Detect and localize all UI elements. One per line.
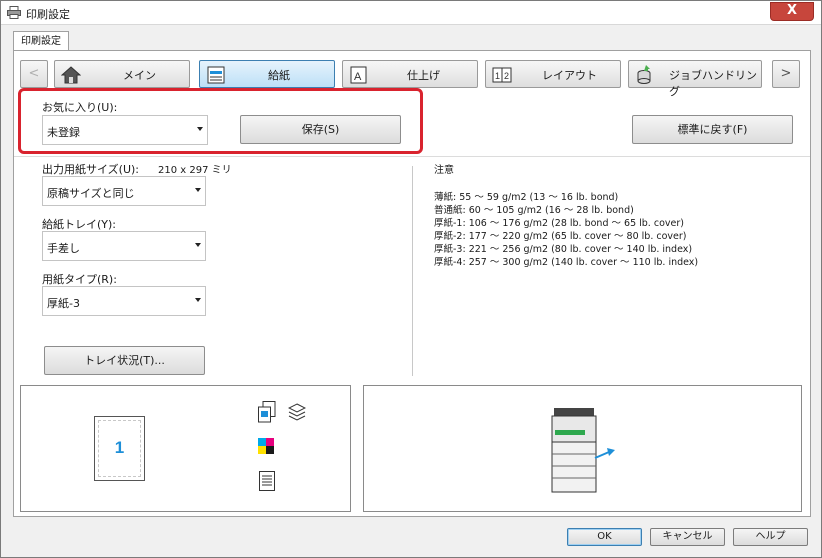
- nav-prev-button[interactable]: <: [20, 60, 48, 88]
- note-line: 厚紙-3: 221 ～ 256 g/m2 (80 lb. cover ～ 140…: [434, 244, 693, 255]
- paper-tray-icon: [207, 66, 225, 84]
- nav-main-button[interactable]: メイン: [54, 60, 190, 88]
- column-divider: [412, 166, 413, 376]
- nav-layout-label: レイアウト: [542, 69, 597, 82]
- window-title: 印刷設定: [26, 8, 70, 21]
- chevron-down-icon: [195, 298, 201, 302]
- nav-finishing-label: 仕上げ: [407, 69, 440, 82]
- chevron-down-icon: [195, 188, 201, 192]
- favorites-select[interactable]: 未登録: [42, 115, 208, 145]
- note-line: 薄紙: 55 ～ 59 g/m2 (13 ～ 16 lb. bond): [434, 192, 619, 203]
- nav-main-label: メイン: [123, 69, 156, 82]
- finishing-icon: A: [350, 66, 367, 84]
- nav-paper-label: 給紙: [268, 69, 290, 82]
- close-button[interactable]: X: [770, 2, 814, 21]
- print-settings-window: 印刷設定 X 印刷設定 < メイン 給紙 A 仕上げ 1 2 レイアウト ジョブ…: [0, 0, 822, 558]
- nav-paper-button[interactable]: 給紙: [199, 60, 335, 88]
- note-line: 厚紙-4: 257 ～ 300 g/m2 (140 lb. cover ～ 11…: [434, 257, 699, 268]
- nav-job-handling-button[interactable]: ジョブハンドリング: [628, 60, 762, 98]
- paper-size-dimensions: 210 x 297 ミリ: [158, 165, 232, 176]
- chevron-down-icon: [197, 127, 203, 131]
- help-button[interactable]: ヘルプ: [733, 528, 808, 546]
- notes-title: 注意: [434, 165, 454, 176]
- cancel-button[interactable]: キャンセル: [650, 528, 725, 546]
- tab-print-settings[interactable]: 印刷設定: [13, 31, 69, 51]
- svg-text:2: 2: [504, 71, 509, 81]
- layout-icon: 1 2: [492, 67, 512, 83]
- note-line: 普通紙: 60 ～ 105 g/m2 (16 ～ 28 lb. bond): [434, 205, 634, 216]
- reset-defaults-button[interactable]: 標準に戻す(F): [632, 115, 793, 144]
- paper-type-value: 厚紙-3: [47, 297, 80, 310]
- note-line: 厚紙-2: 177 ～ 220 g/m2 (65 lb. cover ～ 80 …: [434, 231, 687, 242]
- paper-size-select[interactable]: 原稿サイズと同じ: [42, 176, 206, 206]
- stack-icon: [288, 403, 306, 421]
- favorites-label: お気に入り(U):: [42, 101, 118, 114]
- tray-status-button[interactable]: トレイ状況(T)...: [44, 346, 205, 375]
- chevron-down-icon: [195, 243, 201, 247]
- nav-layout-button[interactable]: 1 2 レイアウト: [485, 60, 621, 88]
- note-line: 厚紙-1: 106 ～ 176 g/m2 (28 lb. bond ～ 65 l…: [434, 218, 684, 229]
- paper-size-value: 原稿サイズと同じ: [47, 187, 135, 200]
- section-divider: [14, 156, 810, 157]
- tray-value: 手差し: [47, 242, 80, 255]
- tray-label: 給紙トレイ(Y):: [42, 218, 117, 231]
- home-icon: [61, 66, 81, 84]
- ok-button[interactable]: OK: [567, 528, 642, 546]
- svg-text:A: A: [354, 71, 362, 83]
- printer-device-icon: [551, 408, 615, 493]
- svg-text:1: 1: [495, 71, 500, 81]
- paper-type-label: 用紙タイプ(R):: [42, 273, 117, 286]
- paper-size-label: 出力用紙サイズ(U):: [42, 163, 140, 176]
- nav-finishing-button[interactable]: A 仕上げ: [342, 60, 478, 88]
- copies-icon: [258, 401, 276, 423]
- printer-icon: [7, 6, 21, 19]
- document-preview-panel: 1: [20, 385, 351, 512]
- color-mode-icon: [258, 438, 274, 454]
- job-handling-icon: [637, 65, 651, 84]
- title-bar: 印刷設定 X: [1, 1, 821, 25]
- tray-select[interactable]: 手差し: [42, 231, 206, 261]
- page-preview: 1: [94, 416, 145, 481]
- page-number: 1: [114, 438, 125, 457]
- favorites-value: 未登録: [47, 126, 80, 139]
- printer-preview-panel: [363, 385, 802, 512]
- tab-content: < メイン 給紙 A 仕上げ 1 2 レイアウト ジョブハンドリング > お気に…: [13, 50, 811, 517]
- nav-next-button[interactable]: >: [772, 60, 800, 88]
- save-favorite-button[interactable]: 保存(S): [240, 115, 401, 144]
- paper-sheet-icon: [259, 471, 275, 491]
- paper-type-select[interactable]: 厚紙-3: [42, 286, 206, 316]
- nav-job-handling-label: ジョブハンドリング: [669, 69, 757, 98]
